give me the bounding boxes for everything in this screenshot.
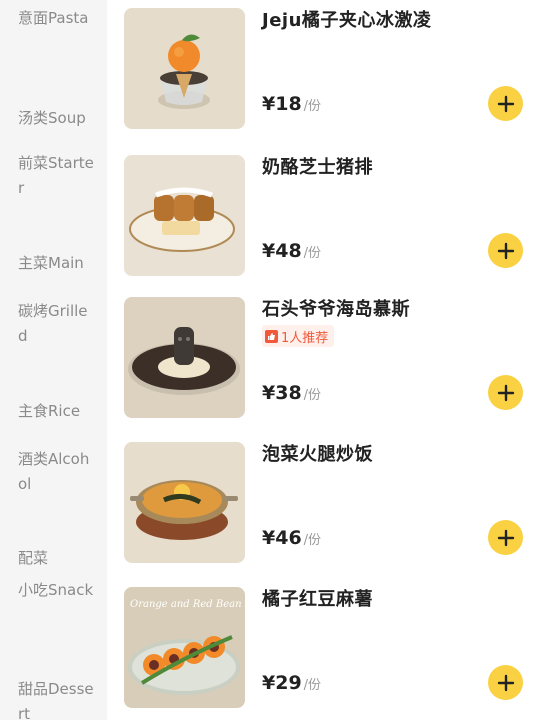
category-dessert[interactable]: 甜品Dessert (18, 677, 96, 720)
dish-unit-1: /份 (303, 99, 322, 114)
plus-icon (497, 674, 514, 691)
dish-list: Jeju橘子夹心冰激凌 ¥18/份 奶酪芝士猪排 ¥48/份 石头爷爷海岛慕斯 … (107, 0, 540, 720)
kimchi-fried-rice-photo (124, 442, 245, 563)
add-to-cart-button-3[interactable] (488, 375, 523, 410)
dish-image-stone-grandpa-mousse[interactable] (124, 297, 245, 418)
dish-name-4[interactable]: 泡菜火腿炒饭 (262, 440, 373, 466)
recommend-badge-text: 1人推荐 (281, 330, 329, 346)
category-alcohol[interactable]: 酒类Alcohol (18, 447, 96, 497)
category-side-dish[interactable]: 配菜 (18, 546, 96, 571)
dish-price-3: ¥38 (262, 382, 302, 404)
dish-name-5[interactable]: 橘子红豆麻薯 (262, 585, 373, 611)
dish-price-2: ¥48 (262, 240, 302, 262)
image-caption: Orange and Red Bean Mash Potato (130, 599, 245, 610)
plus-icon (497, 529, 514, 546)
dish-unit-4: /份 (303, 533, 322, 548)
dish-unit-3: /份 (303, 388, 322, 403)
category-grilled[interactable]: 碳烤Grilled (18, 299, 96, 349)
category-pasta[interactable]: 意面Pasta (18, 6, 96, 56)
dish-price-row-3: ¥38/份 (262, 382, 321, 404)
plus-icon (497, 242, 514, 259)
category-rice[interactable]: 主食Rice (18, 399, 96, 424)
add-to-cart-button-5[interactable] (488, 665, 523, 700)
plus-icon (497, 95, 514, 112)
dish-image-cheese-pork-cutlet[interactable] (124, 155, 245, 276)
thumbs-up-icon (265, 329, 278, 343)
category-starter[interactable]: 前菜Starter (18, 151, 96, 201)
dish-price-row-4: ¥46/份 (262, 527, 321, 549)
dish-price-1: ¥18 (262, 93, 302, 115)
dish-price-5: ¥29 (262, 672, 302, 694)
recommend-badge: 1人推荐 (262, 325, 335, 347)
add-to-cart-button-4[interactable] (488, 520, 523, 555)
dish-price-row-1: ¥18/份 (262, 93, 321, 115)
dish-name-3[interactable]: 石头爷爷海岛慕斯 (262, 295, 410, 321)
dish-unit-5: /份 (303, 678, 322, 693)
add-to-cart-button-1[interactable] (488, 86, 523, 121)
dish-image-orange-red-bean-mochi[interactable]: Orange and Red Bean Mash Potato (124, 587, 245, 708)
plus-icon (497, 384, 514, 401)
dish-name-2[interactable]: 奶酪芝士猪排 (262, 153, 373, 179)
dish-price-row-2: ¥48/份 (262, 240, 321, 262)
dish-price-4: ¥46 (262, 527, 302, 549)
orange-red-bean-mochi-photo: Orange and Red Bean Mash Potato (124, 587, 245, 708)
category-soup[interactable]: 汤类Soup (18, 106, 96, 144)
category-sidebar: 意面Pasta 汤类Soup 前菜Starter 主菜Main 碳烤Grille… (0, 0, 107, 720)
add-to-cart-button-2[interactable] (488, 233, 523, 268)
dish-name-1[interactable]: Jeju橘子夹心冰激凌 (262, 6, 431, 32)
dish-image-kimchi-fried-rice[interactable] (124, 442, 245, 563)
orange-ice-cream-photo (124, 8, 245, 129)
dish-price-row-5: ¥29/份 (262, 672, 321, 694)
dish-unit-2: /份 (303, 246, 322, 261)
category-snack[interactable]: 小吃Snack (18, 578, 96, 628)
cheese-pork-cutlet-photo (124, 155, 245, 276)
category-main[interactable]: 主菜Main (18, 251, 96, 276)
stone-grandpa-mousse-photo (124, 297, 245, 418)
dish-image-orange-ice-cream[interactable] (124, 8, 245, 129)
